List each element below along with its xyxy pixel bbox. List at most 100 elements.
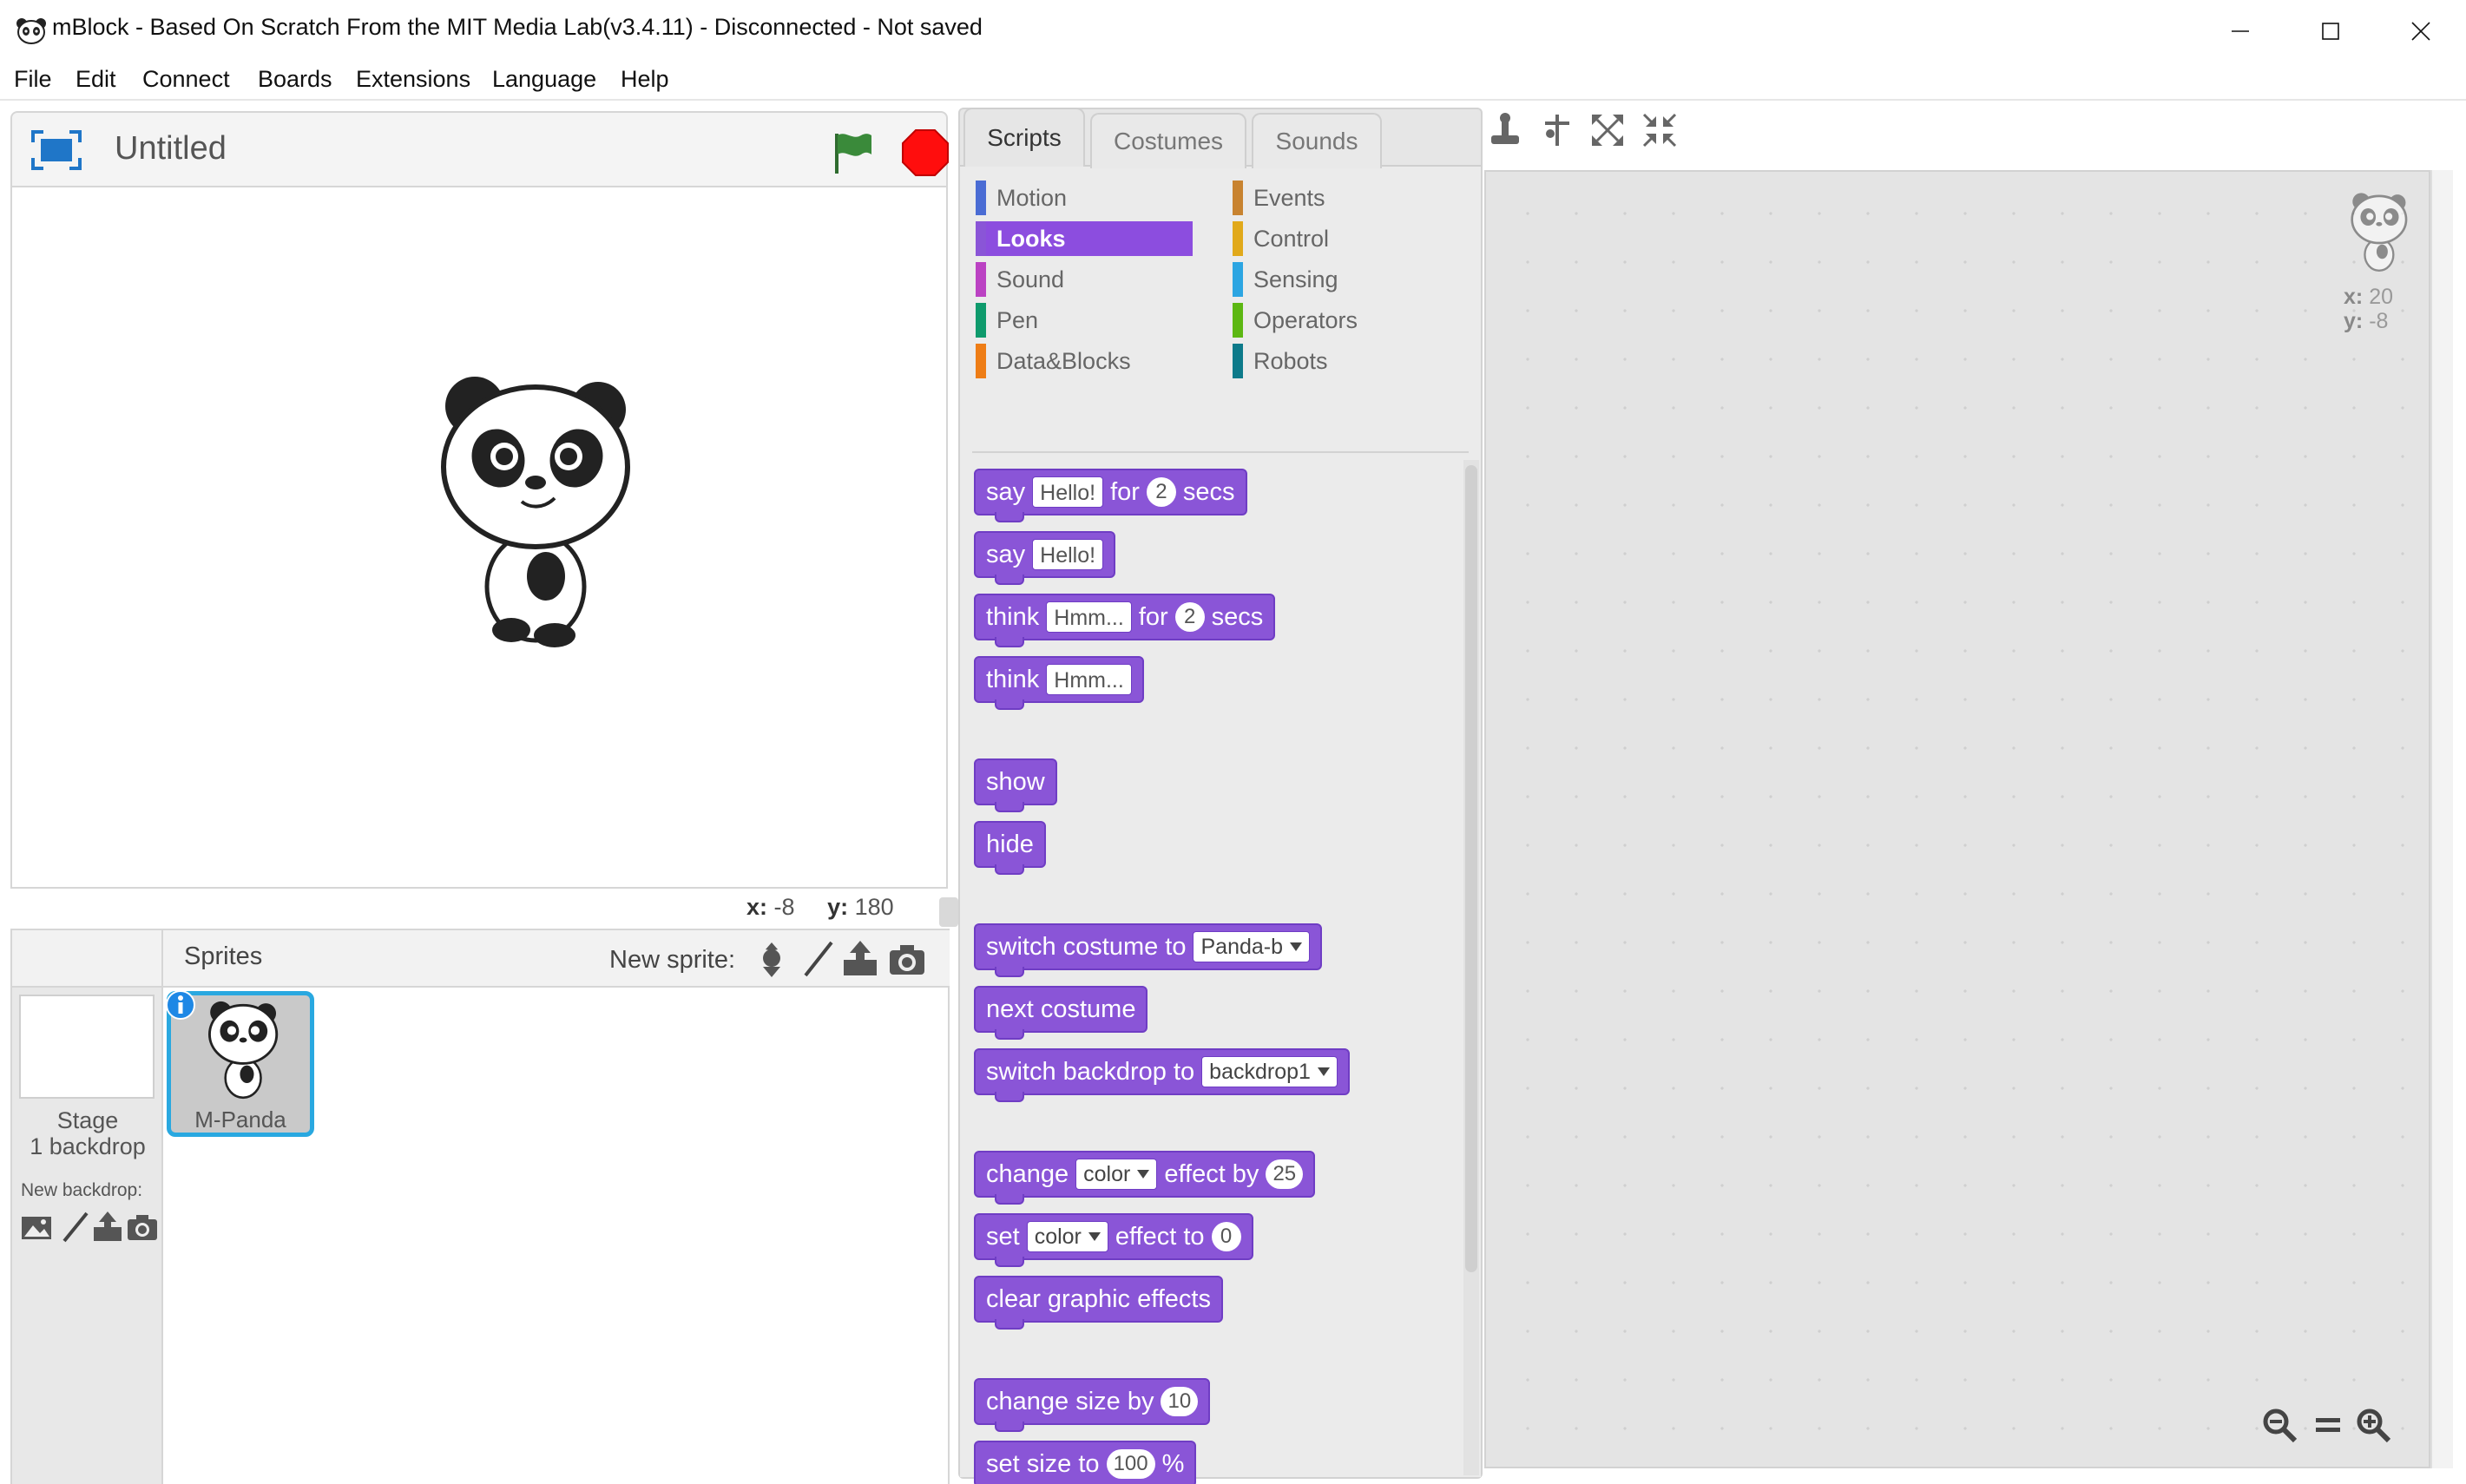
sprite-x-value: 20 (2369, 285, 2393, 309)
block-change-size[interactable]: change size by 10 (974, 1378, 1211, 1432)
category-sensing[interactable]: Sensing (1233, 262, 1450, 297)
grow-tool-icon[interactable] (1588, 111, 1627, 149)
blocks-palette: Motion Looks Sound Pen Data&Blocks Event… (958, 108, 1483, 1484)
tab-sounds[interactable]: Sounds (1252, 113, 1382, 168)
menu-edit[interactable]: Edit (76, 66, 116, 93)
block-word: for (1138, 602, 1168, 631)
block-clear-graphic-effects[interactable]: clear graphic effects (974, 1276, 1223, 1330)
block-word: effect to (1115, 1222, 1205, 1251)
zoom-out-icon[interactable] (2260, 1406, 2298, 1444)
block-switch-backdrop[interactable]: switch backdrop to backdrop1 (974, 1048, 1350, 1102)
zoom-reset-icon[interactable] (2309, 1406, 2347, 1444)
tab-costumes[interactable]: Costumes (1090, 113, 1246, 168)
stage-info[interactable]: Stage 1 backdrop (12, 1107, 163, 1159)
paint-sprite-icon[interactable] (797, 939, 837, 979)
paint-backdrop-icon[interactable] (57, 1210, 92, 1244)
block-say[interactable]: say Hello! (974, 531, 1116, 585)
block-show[interactable]: show (974, 758, 1057, 812)
block-switch-costume[interactable]: switch costume to Panda-b (974, 923, 1323, 977)
category-looks[interactable]: Looks (976, 221, 1193, 256)
close-button[interactable] (2376, 0, 2466, 62)
block-text-input[interactable]: Hello! (1032, 539, 1104, 570)
effect-dropdown[interactable]: color (1026, 1221, 1108, 1252)
minimize-button[interactable] (2195, 0, 2285, 62)
zoom-in-icon[interactable] (2354, 1406, 2392, 1444)
category-events[interactable]: Events (1233, 181, 1450, 215)
category-operators[interactable]: Operators (1233, 303, 1450, 338)
block-number-input[interactable]: 10 (1161, 1387, 1199, 1416)
block-say-for-secs[interactable]: say Hello! for 2 secs (974, 469, 1247, 522)
stop-icon[interactable] (901, 128, 950, 177)
menu-boards[interactable]: Boards (258, 66, 332, 93)
shrink-tool-icon[interactable] (1641, 111, 1679, 149)
block-number-input[interactable]: 100 (1106, 1449, 1155, 1479)
menu-extensions[interactable]: Extensions (356, 66, 470, 93)
stage-column: Stage 1 backdrop New backdrop: (12, 930, 163, 1484)
panda-thumbnail (207, 1001, 279, 1100)
duplicate-tool-icon[interactable] (1486, 111, 1524, 149)
category-label: Pen (996, 306, 1039, 333)
green-flag-icon[interactable] (828, 128, 877, 175)
menu-language[interactable]: Language (492, 66, 596, 93)
block-word: next costume (986, 995, 1136, 1023)
block-change-effect[interactable]: change color effect by 25 (974, 1151, 1316, 1205)
camera-sprite-icon[interactable] (887, 939, 927, 979)
category-color-bar (1233, 262, 1243, 297)
category-label: Control (1253, 225, 1330, 252)
block-number-input[interactable]: 2 (1174, 602, 1205, 632)
block-set-size[interactable]: set size to 100 % (974, 1441, 1197, 1484)
info-icon[interactable] (165, 989, 196, 1021)
dropdown-value: Panda-b (1200, 934, 1284, 959)
category-robots[interactable]: Robots (1233, 344, 1450, 378)
block-word: for (1110, 477, 1140, 506)
stage-thumbnail[interactable] (19, 995, 155, 1099)
category-color-bar (976, 303, 986, 338)
dropdown-value: color (1083, 1161, 1131, 1186)
backdrop-dropdown[interactable]: backdrop1 (1201, 1056, 1338, 1087)
backdrop-library-icon[interactable] (19, 1210, 54, 1244)
script-area[interactable] (1484, 170, 2430, 1468)
menu-connect[interactable]: Connect (142, 66, 230, 93)
stage-column-header (12, 930, 161, 988)
script-area-scrollbar[interactable] (2430, 170, 2453, 1468)
category-label: Sensing (1253, 266, 1338, 292)
menu-file[interactable]: File (14, 66, 52, 93)
mouse-coordinates: x: -8 y: 180 (746, 894, 894, 921)
block-word: switch backdrop to (986, 1057, 1195, 1086)
effect-dropdown[interactable]: color (1075, 1159, 1158, 1190)
category-control[interactable]: Control (1233, 221, 1450, 256)
menu-help[interactable]: Help (621, 66, 669, 93)
project-title[interactable]: Untitled (115, 130, 227, 167)
category-sound[interactable]: Sound (976, 262, 1193, 297)
dropdown-arrow-icon (1290, 942, 1303, 951)
category-color-bar (1233, 221, 1243, 256)
palette-scrollbar-thumb[interactable] (1465, 465, 1477, 1272)
block-think-for-secs[interactable]: think Hmm... for 2 secs (974, 594, 1276, 647)
block-number-input[interactable]: 25 (1266, 1159, 1304, 1189)
maximize-button[interactable] (2285, 0, 2376, 62)
tab-scripts[interactable]: Scripts (963, 108, 1085, 167)
upload-sprite-icon[interactable] (840, 939, 880, 979)
category-data-blocks[interactable]: Data&Blocks (976, 344, 1193, 378)
panda-sprite[interactable] (424, 370, 641, 665)
delete-tool-icon[interactable] (1538, 111, 1576, 149)
block-next-costume[interactable]: next costume (974, 986, 1148, 1040)
upload-backdrop-icon[interactable] (90, 1210, 125, 1244)
category-pen[interactable]: Pen (976, 303, 1193, 338)
block-text-input[interactable]: Hmm... (1046, 601, 1132, 633)
category-motion[interactable]: Motion (976, 181, 1193, 215)
camera-backdrop-icon[interactable] (125, 1210, 160, 1244)
stage-canvas[interactable] (10, 186, 948, 889)
fullscreen-icon[interactable] (30, 128, 83, 172)
block-number-input[interactable]: 2 (1146, 477, 1176, 507)
stage-collapse-handle[interactable] (939, 897, 958, 927)
block-word: set size to (986, 1449, 1100, 1478)
costume-dropdown[interactable]: Panda-b (1193, 931, 1311, 962)
block-number-input[interactable]: 0 (1211, 1222, 1241, 1251)
block-think[interactable]: think Hmm... (974, 656, 1144, 710)
sprite-library-icon[interactable] (752, 939, 792, 979)
block-hide[interactable]: hide (974, 821, 1046, 875)
block-set-effect[interactable]: set color effect to 0 (974, 1213, 1253, 1267)
block-text-input[interactable]: Hmm... (1046, 664, 1132, 695)
block-text-input[interactable]: Hello! (1032, 476, 1104, 508)
